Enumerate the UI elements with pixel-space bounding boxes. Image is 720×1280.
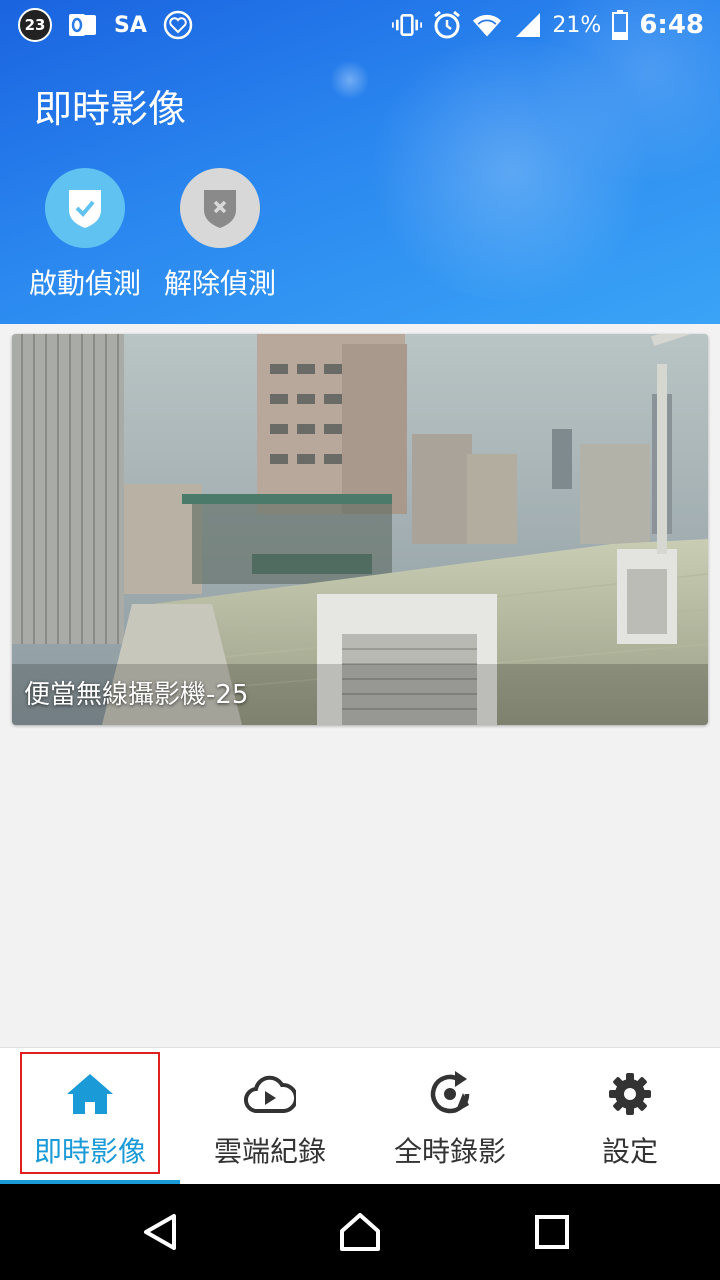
page-title: 即時影像 (34, 87, 187, 131)
wifi-icon (472, 10, 502, 40)
home-circle-icon[interactable] (336, 1208, 384, 1256)
cloud-play-icon (180, 1070, 360, 1118)
camera-preview-card[interactable]: 便當無線攝影機-25 (12, 334, 708, 725)
notification-count-badge: 23 (18, 8, 52, 42)
app-header: 23 SA 21% 6:48 即時影像 啟動偵測 解除偵測 (0, 0, 720, 324)
carrier-text: SA (114, 12, 147, 38)
arm-detection-label: 啟動偵測 (28, 267, 141, 300)
recents-icon[interactable] (528, 1208, 576, 1256)
signal-icon (512, 10, 542, 40)
disarm-detection-label: 解除偵測 (163, 267, 276, 300)
battery-percent: 21% (552, 12, 602, 38)
disarm-detection-button[interactable]: 解除偵測 (150, 168, 290, 302)
alarm-icon (432, 10, 462, 40)
status-bar: 23 SA 21% 6:48 (0, 0, 720, 50)
outlook-icon (68, 10, 98, 40)
camera-snapshot (12, 334, 708, 725)
back-icon[interactable] (136, 1208, 184, 1256)
gear-icon (540, 1070, 720, 1118)
tab-continuous-recording-label: 全時錄影 (393, 1135, 506, 1168)
replay-icon (360, 1070, 540, 1118)
tab-settings[interactable]: 設定 (540, 1048, 720, 1185)
battery-icon (611, 10, 629, 40)
heart-icon (163, 10, 193, 40)
active-tab-highlight (20, 1052, 160, 1174)
camera-name: 便當無線攝影機-25 (24, 680, 249, 710)
shield-x-icon (180, 168, 260, 248)
clock-time: 6:48 (639, 10, 704, 40)
tab-continuous-recording[interactable]: 全時錄影 (360, 1048, 540, 1185)
tab-settings-label: 設定 (601, 1135, 658, 1168)
tab-cloud-records[interactable]: 雲端紀錄 (180, 1048, 360, 1185)
shield-check-icon (45, 168, 125, 248)
system-nav-bar (0, 1184, 720, 1280)
bottom-nav: 即時影像 雲端紀錄 全時錄影 設定 (0, 1047, 720, 1185)
vibrate-icon (392, 10, 423, 40)
arm-detection-button[interactable]: 啟動偵測 (15, 168, 155, 302)
tab-cloud-records-label: 雲端紀錄 (213, 1135, 326, 1168)
